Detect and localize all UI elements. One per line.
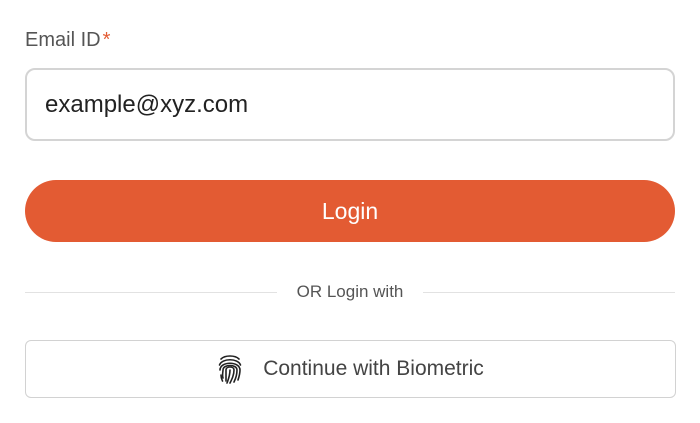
required-marker: * xyxy=(102,29,111,51)
login-button[interactable]: Login xyxy=(25,180,675,242)
divider-line-left xyxy=(25,291,277,293)
biometric-button-label: Continue with Biometric xyxy=(263,357,484,380)
login-form: Email ID* Login OR Login with Continue w… xyxy=(0,0,700,423)
divider-text: OR Login with xyxy=(296,282,404,301)
divider-line-right xyxy=(423,291,675,293)
email-label-text: Email ID xyxy=(25,29,101,51)
email-field[interactable] xyxy=(25,68,675,141)
or-divider: OR Login with xyxy=(25,280,675,304)
continue-with-biometric-button[interactable]: Continue with Biometric xyxy=(25,340,676,398)
fingerprint-icon xyxy=(217,353,243,385)
email-field-label: Email ID * xyxy=(25,28,110,52)
